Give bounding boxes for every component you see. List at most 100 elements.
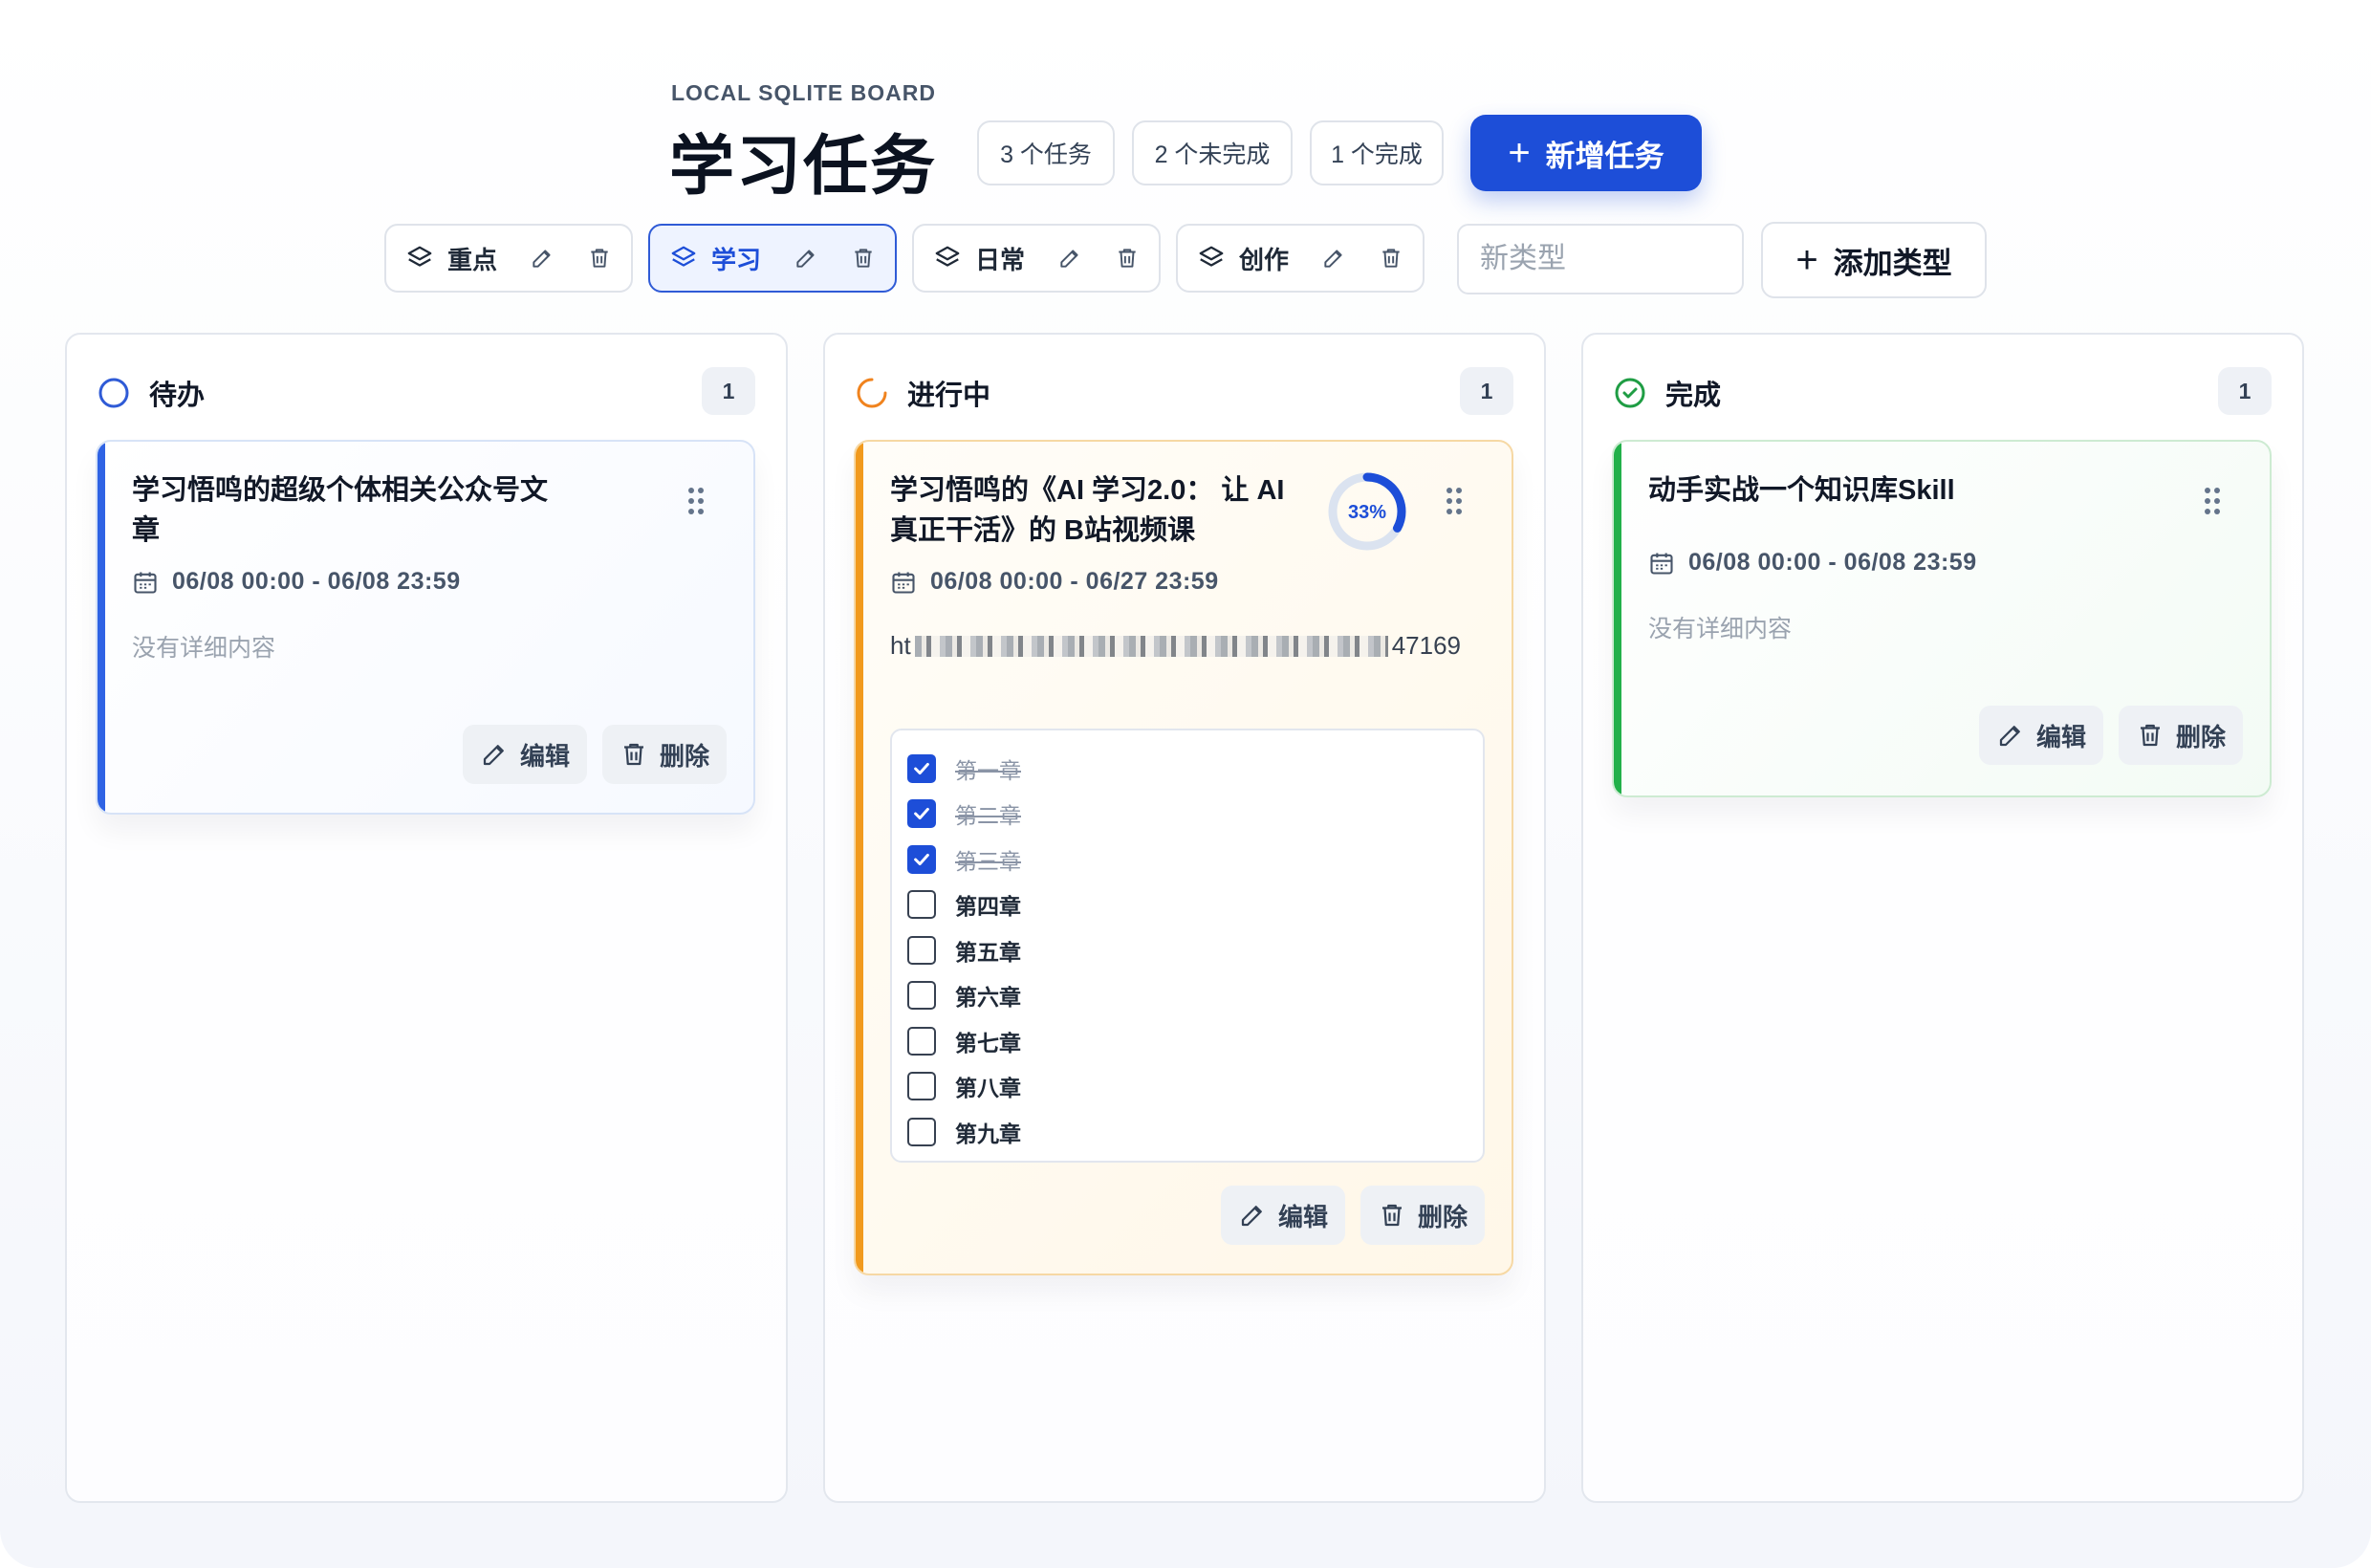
add-type-button[interactable]: + 添加类型	[1761, 222, 1987, 298]
stat-total-tasks: 3 个任务	[977, 120, 1115, 185]
checklist-label: 第三章	[955, 848, 1021, 874]
new-type-input[interactable]	[1457, 224, 1744, 294]
column-count: 1	[2218, 367, 2272, 415]
checklist-label: 第九章	[955, 1121, 1021, 1146]
checkbox-icon[interactable]	[907, 1117, 936, 1146]
edit-label: 编辑	[519, 741, 570, 771]
category-chip-creation[interactable]: 创作	[1176, 224, 1425, 293]
chapter-checklist: 第一章第二章第三章第四章第五章第六章第七章第八章第九章	[890, 729, 1485, 1163]
calendar-icon	[1650, 553, 1673, 575]
drag-handle-icon[interactable]	[2203, 486, 2222, 516]
progress-label: 33%	[1348, 502, 1386, 523]
date-range: 06/08 00:00 - 06/08 23:59	[172, 568, 461, 595]
category-chip-important[interactable]: 重点	[384, 224, 633, 293]
card-actions: 编辑 删除	[1978, 706, 2243, 765]
add-type-label: 添加类型	[1833, 246, 1952, 280]
checklist-item[interactable]: 第七章	[907, 1018, 1468, 1064]
layers-icon	[935, 246, 960, 267]
checklist-item[interactable]: 第九章	[907, 1109, 1468, 1155]
column-count: 1	[702, 367, 755, 415]
link-suffix: 47169	[1391, 631, 1461, 660]
delete-label: 删除	[2175, 722, 2226, 751]
pencil-icon[interactable]	[530, 246, 555, 271]
column-title: 进行中	[907, 381, 991, 411]
delete-button[interactable]: 删除	[1360, 1186, 1485, 1245]
new-task-label: 新增任务	[1545, 139, 1664, 173]
drag-handle-icon[interactable]	[1445, 486, 1464, 516]
checkbox-icon[interactable]	[907, 890, 936, 920]
delete-label: 删除	[659, 741, 709, 771]
edit-button[interactable]: 编辑	[1978, 706, 2103, 765]
trash-icon[interactable]	[587, 246, 612, 271]
edit-label: 编辑	[1277, 1202, 1328, 1231]
column-todo: 待办 1 学习悟鸣的超级个体相关公众号文章 06/08 00:00 - 06/0…	[65, 333, 788, 1503]
redacted-link-block	[914, 635, 1388, 657]
checklist-label: 第一章	[955, 757, 1021, 783]
checklist-item[interactable]: 第一章	[907, 746, 1468, 792]
checkbox-icon[interactable]	[907, 935, 936, 965]
card-status-bar	[1614, 442, 1621, 795]
layers-icon	[671, 246, 696, 267]
progress-ring: 33%	[1328, 472, 1406, 551]
checklist-label: 第八章	[955, 1076, 1021, 1101]
stat-complete-tasks: 1 个完成	[1310, 120, 1444, 185]
checklist-item[interactable]: 第三章	[907, 837, 1468, 882]
category-label: 重点	[447, 245, 498, 274]
delete-button[interactable]: 删除	[601, 725, 727, 784]
card-title: 学习悟鸣的《AI 学习2.0： 让 AI 真正干活》的 B站视频课	[890, 475, 1285, 546]
card-status-bar	[856, 442, 863, 1274]
delete-button[interactable]: 删除	[2118, 706, 2243, 765]
column-in-progress: 进行中 1 学习悟鸣的《AI 学习2.0： 让 AI 真正干活》的 B站视频课 …	[823, 333, 1546, 1503]
circle-icon	[98, 378, 129, 408]
category-chip-daily[interactable]: 日常	[912, 224, 1161, 293]
trash-icon[interactable]	[1379, 246, 1403, 271]
date-range: 06/08 00:00 - 06/08 23:59	[1688, 549, 1977, 576]
drag-handle-icon[interactable]	[686, 486, 706, 516]
card-description: 没有详细内容	[1648, 616, 1793, 642]
edit-label: 编辑	[2035, 722, 2086, 751]
card-date: 06/08 00:00 - 06/08 23:59	[1648, 549, 1977, 577]
trash-icon[interactable]	[1115, 246, 1140, 271]
pencil-icon	[1999, 726, 2020, 747]
layers-icon	[407, 246, 432, 267]
date-range: 06/08 00:00 - 06/27 23:59	[930, 568, 1219, 595]
new-task-button[interactable]: + 新增任务	[1470, 115, 1702, 191]
checklist-label: 第五章	[955, 939, 1021, 965]
trash-icon[interactable]	[851, 246, 876, 271]
edit-button[interactable]: 编辑	[1220, 1186, 1345, 1245]
card-actions: 编辑 删除	[1220, 1186, 1485, 1245]
pencil-icon[interactable]	[1057, 246, 1082, 271]
column-header: 完成	[1614, 373, 1721, 413]
progress-icon	[857, 378, 887, 408]
checkbox-checked-icon[interactable]	[907, 799, 936, 829]
column-header: 待办	[98, 373, 205, 413]
checklist-label: 第六章	[955, 985, 1021, 1011]
checkbox-icon[interactable]	[907, 981, 936, 1011]
checkbox-icon[interactable]	[907, 1072, 936, 1101]
check-circle-icon	[1615, 378, 1645, 408]
checklist-item[interactable]: 第八章	[907, 1064, 1468, 1110]
checkbox-icon[interactable]	[907, 1026, 936, 1056]
checklist-label: 第二章	[955, 803, 1021, 829]
task-card[interactable]: 学习悟鸣的超级个体相关公众号文章 06/08 00:00 - 06/08 23:…	[96, 440, 755, 815]
calendar-icon	[892, 572, 915, 594]
card-date: 06/08 00:00 - 06/27 23:59	[890, 568, 1219, 596]
checkbox-checked-icon[interactable]	[907, 844, 936, 874]
checklist-item[interactable]: 第五章	[907, 927, 1468, 973]
card-link[interactable]: ht 47169	[890, 631, 1461, 661]
checklist-item[interactable]: 第六章	[907, 973, 1468, 1019]
checklist-item[interactable]: 第二章	[907, 792, 1468, 838]
edit-button[interactable]: 编辑	[462, 725, 587, 784]
task-card[interactable]: 动手实战一个知识库Skill 06/08 00:00 - 06/08 23:59…	[1612, 440, 2272, 797]
pencil-icon[interactable]	[794, 246, 818, 271]
column-header: 进行中	[856, 373, 990, 413]
pencil-icon[interactable]	[1321, 246, 1346, 271]
category-chip-study[interactable]: 学习	[648, 224, 897, 293]
checklist-label: 第四章	[955, 894, 1021, 920]
checkbox-checked-icon[interactable]	[907, 753, 936, 783]
page-title: 学习任务	[669, 130, 938, 203]
column-title: 完成	[1665, 381, 1722, 411]
app-background: LOCAL SQLITE BOARD 学习任务 3 个任务 2 个未完成 1 个…	[0, 0, 2371, 1568]
checklist-item[interactable]: 第四章	[907, 882, 1468, 928]
task-card[interactable]: 学习悟鸣的《AI 学习2.0： 让 AI 真正干活》的 B站视频课 33% 06…	[854, 440, 1513, 1275]
